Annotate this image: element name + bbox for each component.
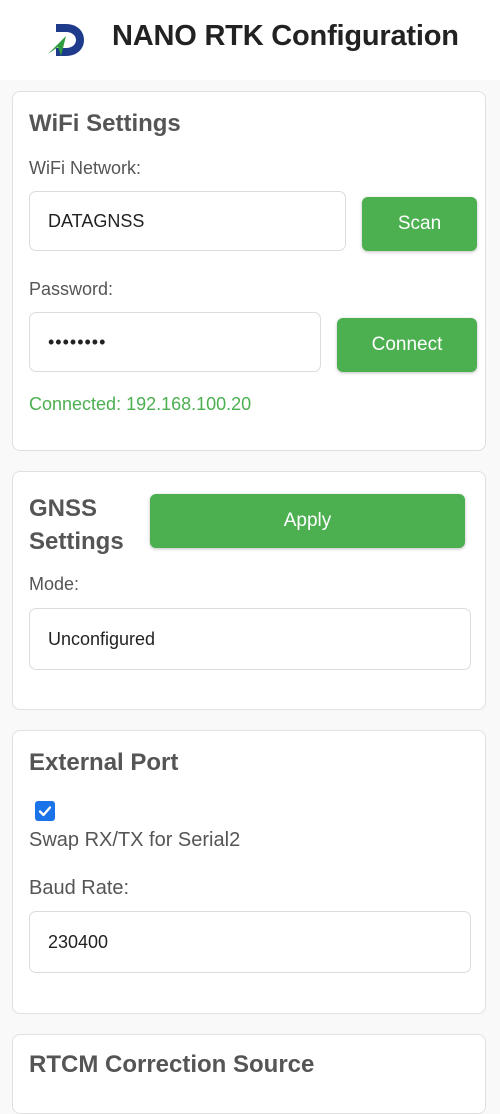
- wifi-status-text: Connected: 192.168.100.20: [29, 394, 252, 414]
- checkmark-icon: [38, 806, 52, 817]
- wifi-network-input[interactable]: [29, 191, 346, 251]
- wifi-network-label: WiFi Network:: [29, 158, 141, 178]
- page-title: NANO RTK Configuration: [112, 20, 459, 52]
- datagnss-logo-icon: [48, 24, 84, 56]
- wifi-settings-title: WiFi Settings: [29, 110, 181, 137]
- baud-rate-label: Baud Rate:: [29, 877, 130, 899]
- gnss-settings-card: GNSS Settings Apply Mode: Unconfigured: [12, 471, 486, 710]
- baud-rate-select[interactable]: 230400: [29, 911, 471, 973]
- connect-button[interactable]: Connect: [337, 318, 477, 372]
- external-port-card: External Port Swap RX/TX for Serial2 Bau…: [12, 730, 486, 1014]
- password-field[interactable]: [29, 312, 321, 372]
- scan-button[interactable]: Scan: [362, 197, 477, 251]
- swap-rxtx-checkbox[interactable]: [35, 801, 55, 821]
- baud-rate-value: 230400: [48, 931, 109, 952]
- rtcm-source-card: RTCM Correction Source: [12, 1034, 486, 1114]
- mode-select-value: Unconfigured: [48, 628, 156, 649]
- swap-rxtx-label: Swap RX/TX for Serial2: [29, 829, 241, 851]
- gnss-title-line1: GNSS: [29, 495, 98, 522]
- gnss-title-line2: Settings: [29, 528, 124, 555]
- wifi-settings-card: WiFi Settings WiFi Network: Scan Passwor…: [12, 91, 486, 451]
- gnss-settings-title: GNSS Settings: [29, 492, 124, 558]
- external-port-title: External Port: [29, 749, 179, 776]
- apply-button[interactable]: Apply: [150, 494, 465, 548]
- mode-label: Mode:: [29, 574, 80, 594]
- rtcm-source-title: RTCM Correction Source: [29, 1051, 315, 1078]
- mode-select[interactable]: Unconfigured: [29, 608, 471, 670]
- app-header: NANO RTK Configuration: [0, 0, 500, 80]
- password-label: Password:: [29, 279, 114, 299]
